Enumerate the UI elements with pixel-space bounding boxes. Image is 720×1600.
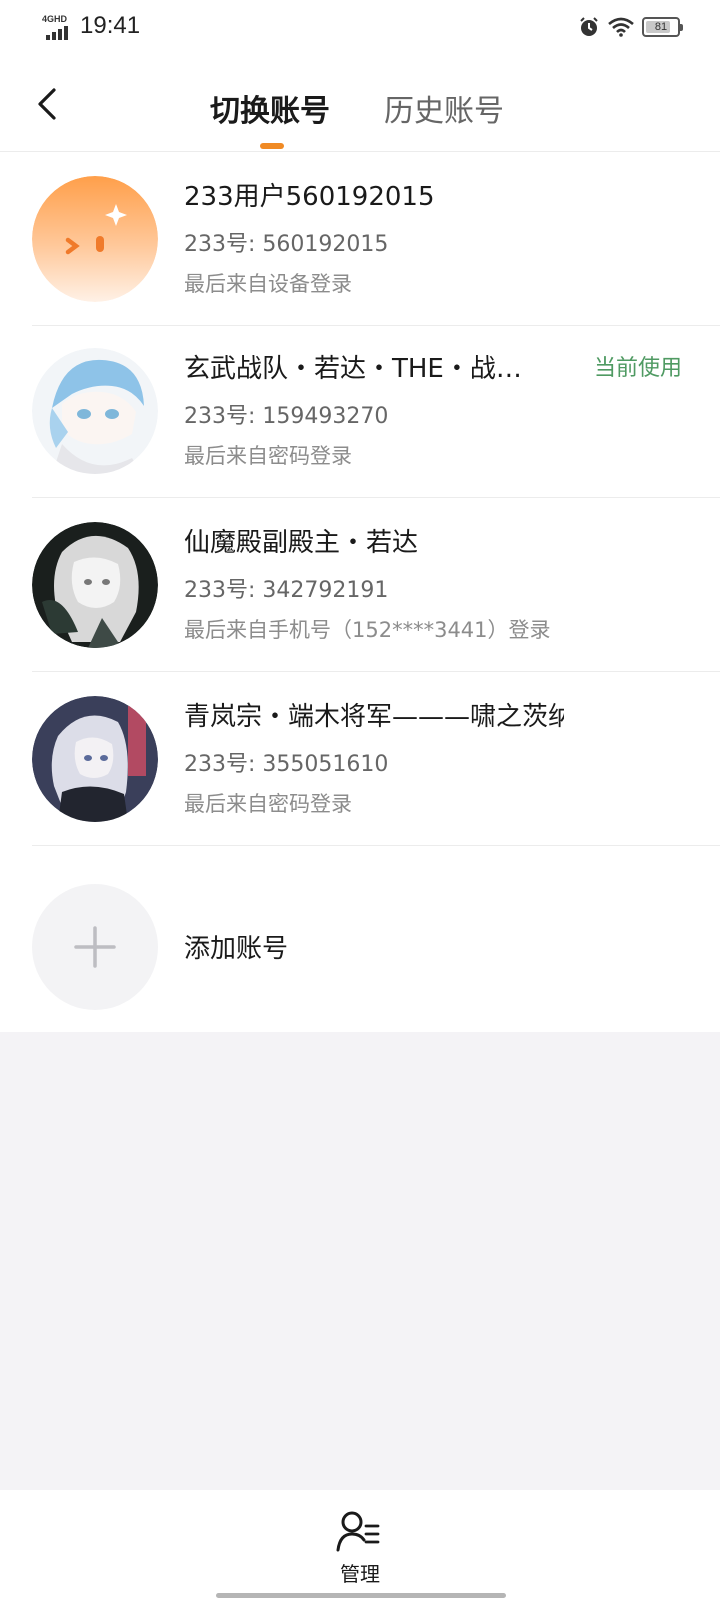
battery-icon: 81 [642,17,683,37]
account-login-method: 最后来自手机号（152****3441）登录 [184,618,551,642]
avatar-image [32,522,158,648]
account-uid: 233号: 159493270 [184,404,389,429]
account-name: 玄武战队・若达・THE・战… [184,354,522,384]
account-login-method: 最后来自设备登录 [184,272,352,296]
manage-button[interactable]: 管理 [330,1506,390,1586]
account-item[interactable]: 仙魔殿副殿主・若达 233号: 342792191 最后来自手机号（152***… [0,496,720,672]
avatar-default-icon [32,176,158,302]
current-use-badge: 当前使用 [593,356,682,381]
avatar-image [32,348,158,474]
account-name: 仙魔殿副殿主・若达 [184,528,419,558]
account-login-method: 最后来自密码登录 [184,792,352,816]
home-indicator[interactable] [216,1593,506,1598]
account-uid: 233号: 560192015 [184,232,389,257]
signal-icon [46,26,68,40]
account-name: 青岚宗・端木将军———啸之茨纳米 [184,702,564,732]
bottom-bar: 管理 [0,1490,720,1600]
tab-switch-account[interactable]: 切换账号 [210,86,330,130]
manage-label: 管理 [340,1562,380,1586]
back-arrow-icon[interactable] [30,84,70,124]
account-name: 233用户560192015 [184,182,435,212]
main-panel: 4GHD 19:41 81 切换账号 历史账号 233用户560192015 2… [0,0,720,1032]
account-uid: 233号: 342792191 [184,578,389,603]
avatar-image [32,696,158,822]
alarm-icon [580,17,598,36]
status-icons: 81 [578,16,683,38]
manage-user-icon [336,1511,380,1552]
clock: 19:41 [80,12,141,39]
header: 切换账号 历史账号 [0,60,720,152]
account-item[interactable]: 玄武战队・若达・THE・战… 当前使用 233号: 159493270 最后来自… [0,322,720,498]
add-account-button[interactable]: 添加账号 [0,868,720,1010]
status-bar: 4GHD 19:41 81 [0,0,720,56]
account-item[interactable]: 青岚宗・端木将军———啸之茨纳米 233号: 355051610 最后来自密码登… [0,670,720,846]
network-indicator: 4GHD [42,14,76,40]
add-account-label: 添加账号 [184,934,289,964]
account-uid: 233号: 355051610 [184,752,389,777]
account-login-method: 最后来自密码登录 [184,444,352,468]
tab-indicator [260,143,284,149]
account-item[interactable]: 233用户560192015 233号: 560192015 最后来自设备登录 [0,150,720,326]
network-type: 4GHD [42,14,68,24]
plus-icon [32,884,158,1010]
battery-level: 81 [654,21,668,33]
divider [32,845,720,846]
tab-history-account[interactable]: 历史账号 [384,86,504,130]
wifi-icon [608,17,634,37]
